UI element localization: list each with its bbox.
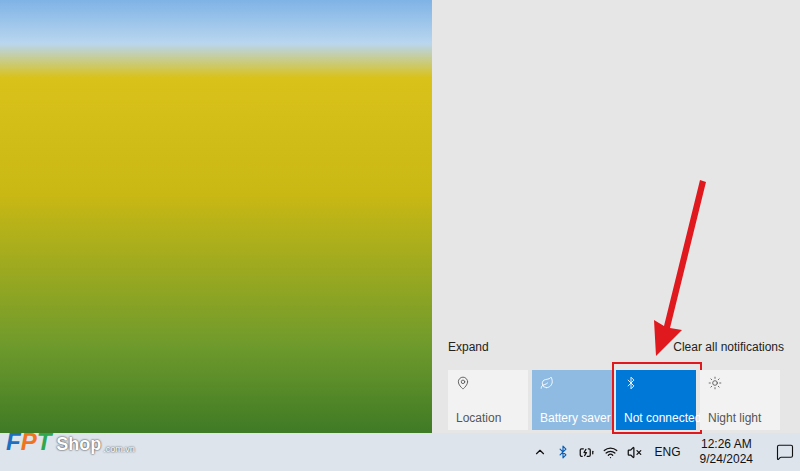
tile-label: Not connected	[624, 411, 688, 426]
location-icon	[456, 376, 470, 390]
quick-action-tile[interactable]: Night light	[700, 370, 780, 430]
red-arrow-icon	[642, 178, 712, 358]
expand-link[interactable]: Expand	[448, 338, 489, 356]
action-center-header: Expand Clear all notifications	[448, 338, 784, 356]
quick-actions: Location Battery saver Not connected Night …	[448, 370, 784, 430]
watermark-letter: P	[21, 428, 37, 456]
watermark-suffix: .com.vn	[103, 442, 135, 456]
wifi-icon[interactable]	[603, 445, 618, 460]
quick-action-tile[interactable]: Not connected	[616, 370, 696, 430]
highlight-box	[612, 362, 702, 434]
clock-time: 12:26 AM	[701, 437, 752, 452]
quick-action-tile[interactable]: Battery saver	[532, 370, 612, 430]
battery-saver-icon	[540, 376, 554, 390]
tile-label: Location	[456, 411, 520, 426]
battery-icon[interactable]	[579, 445, 594, 460]
system-tray: ENG 12:26 AM9/24/2024	[533, 437, 794, 467]
screen: Expand Clear all notifications Location Bat…	[0, 0, 800, 471]
clock-date: 9/24/2024	[700, 452, 753, 467]
clock[interactable]: 12:26 AM9/24/2024	[694, 437, 759, 467]
watermark: FPTShop.com.vn	[6, 428, 135, 456]
bluetooth-icon	[624, 376, 638, 390]
notifications-icon[interactable]	[776, 443, 794, 461]
watermark-letter: F	[6, 428, 21, 456]
volume-muted-icon[interactable]	[627, 445, 642, 460]
action-center: Expand Clear all notifications Location Bat…	[432, 0, 800, 433]
bluetooth-icon[interactable]	[556, 445, 570, 459]
quick-action-tile[interactable]: Location	[448, 370, 528, 430]
desktop: Expand Clear all notifications Location Bat…	[0, 0, 800, 433]
watermark-word: Shop	[56, 432, 101, 456]
night-light-icon	[708, 376, 722, 390]
watermark-letters: FPT	[6, 428, 51, 456]
language-indicator[interactable]: ENG	[651, 443, 685, 461]
clear-notifications-link[interactable]: Clear all notifications	[673, 338, 784, 356]
wallpaper-photo	[0, 0, 432, 433]
watermark-letter: T	[37, 428, 52, 456]
show-hidden-icons-icon[interactable]	[533, 445, 547, 459]
tile-label: Night light	[708, 411, 772, 426]
tile-label: Battery saver	[540, 411, 604, 426]
